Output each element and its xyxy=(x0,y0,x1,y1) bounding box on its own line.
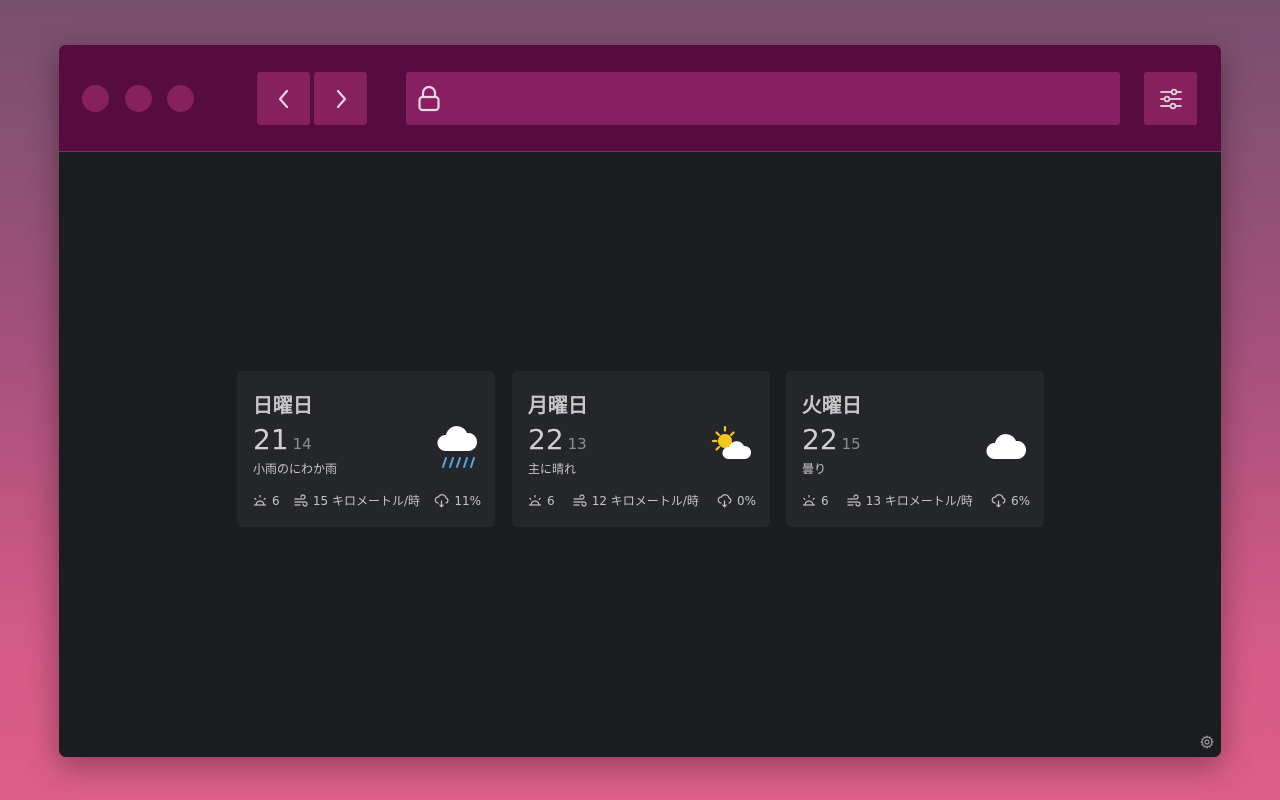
forecast-condition: 曇り xyxy=(802,462,827,476)
browser-settings-button[interactable] xyxy=(1144,72,1197,125)
uv-stat: 6 xyxy=(528,494,555,508)
wind-icon xyxy=(847,493,861,507)
temp-low: 15 xyxy=(841,435,861,453)
precip-value: 11% xyxy=(454,493,481,508)
forecast-card-tuesday: 火曜日 22 15 曇り 6 13 キロメートル/時 6% xyxy=(786,371,1044,527)
temp-high: 21 xyxy=(253,423,289,456)
sliders-icon xyxy=(1159,88,1182,109)
wind-value: 15 キロメートル/時 xyxy=(312,494,421,508)
cloud-rain-icon xyxy=(991,493,1006,508)
temp-low: 13 xyxy=(567,435,587,453)
wind-icon xyxy=(294,493,308,507)
cloud-rain-icon xyxy=(434,493,449,508)
chevron-left-icon xyxy=(278,89,288,108)
wind-icon xyxy=(573,493,587,507)
forecast-condition: 小雨のにわか雨 xyxy=(253,462,338,476)
uv-value: 6 xyxy=(272,493,280,508)
forecast-temps: 21 14 xyxy=(253,423,312,456)
forecast-day: 日曜日 xyxy=(253,393,313,417)
uv-sun-icon xyxy=(803,494,815,506)
forecast-day: 月曜日 xyxy=(528,393,588,417)
temp-high: 22 xyxy=(528,423,564,456)
forecast-stats: 6 13 キロメートル/時 6% xyxy=(802,492,1030,509)
forward-button[interactable] xyxy=(314,72,367,125)
temp-high: 22 xyxy=(802,423,838,456)
precip-stat: 6% xyxy=(991,494,1030,508)
title-bar xyxy=(59,45,1221,152)
uv-value: 6 xyxy=(821,493,829,508)
wind-value: 12 キロメートル/時 xyxy=(591,494,699,508)
browser-window: 日曜日 21 14 小雨のにわか雨 6 15 キロメートル/時 11% 月曜日 … xyxy=(59,45,1221,757)
chevron-right-icon xyxy=(336,89,346,108)
cloud-rain-icon xyxy=(717,493,732,508)
forecast-temps: 22 15 xyxy=(802,423,861,456)
forecast-stats: 6 12 キロメートル/時 0% xyxy=(528,492,756,509)
forecast-day: 火曜日 xyxy=(802,393,862,417)
window-minimize-dot[interactable] xyxy=(125,85,152,112)
page-content: 日曜日 21 14 小雨のにわか雨 6 15 キロメートル/時 11% 月曜日 … xyxy=(59,153,1221,757)
window-close-dot[interactable] xyxy=(82,85,109,112)
forecast-card-monday: 月曜日 22 13 主に晴れ 6 12 キロメートル/時 0% xyxy=(512,371,770,527)
uv-sun-icon xyxy=(529,494,541,506)
rain-cloud-icon xyxy=(437,426,478,468)
precip-stat: 11% xyxy=(434,494,481,508)
partly-sunny-icon xyxy=(711,425,752,459)
window-maximize-dot[interactable] xyxy=(167,85,194,112)
lock-icon xyxy=(418,85,440,112)
forecast-temps: 22 13 xyxy=(528,423,587,456)
cloud-icon xyxy=(986,434,1027,459)
precip-value: 6% xyxy=(1010,493,1030,508)
uv-value: 6 xyxy=(547,493,555,508)
uv-stat: 6 xyxy=(253,494,280,508)
uv-stat: 6 xyxy=(802,494,829,508)
uv-sun-icon xyxy=(254,494,266,506)
forecast-stats: 6 15 キロメートル/時 11% xyxy=(253,492,481,509)
wind-value: 13 キロメートル/時 xyxy=(865,494,973,508)
forecast-condition: 主に晴れ xyxy=(528,462,577,476)
precip-value: 0% xyxy=(736,493,756,508)
address-bar[interactable] xyxy=(406,72,1120,125)
temp-low: 14 xyxy=(292,435,312,453)
forecast-card-sunday: 日曜日 21 14 小雨のにわか雨 6 15 キロメートル/時 11% xyxy=(237,371,495,527)
wind-stat: 12 キロメートル/時 xyxy=(573,492,699,509)
back-button[interactable] xyxy=(257,72,310,125)
wind-stat: 13 キロメートル/時 xyxy=(847,492,973,509)
gear-icon[interactable] xyxy=(1200,735,1214,749)
wind-stat: 15 キロメートル/時 xyxy=(294,492,420,509)
precip-stat: 0% xyxy=(717,494,756,508)
